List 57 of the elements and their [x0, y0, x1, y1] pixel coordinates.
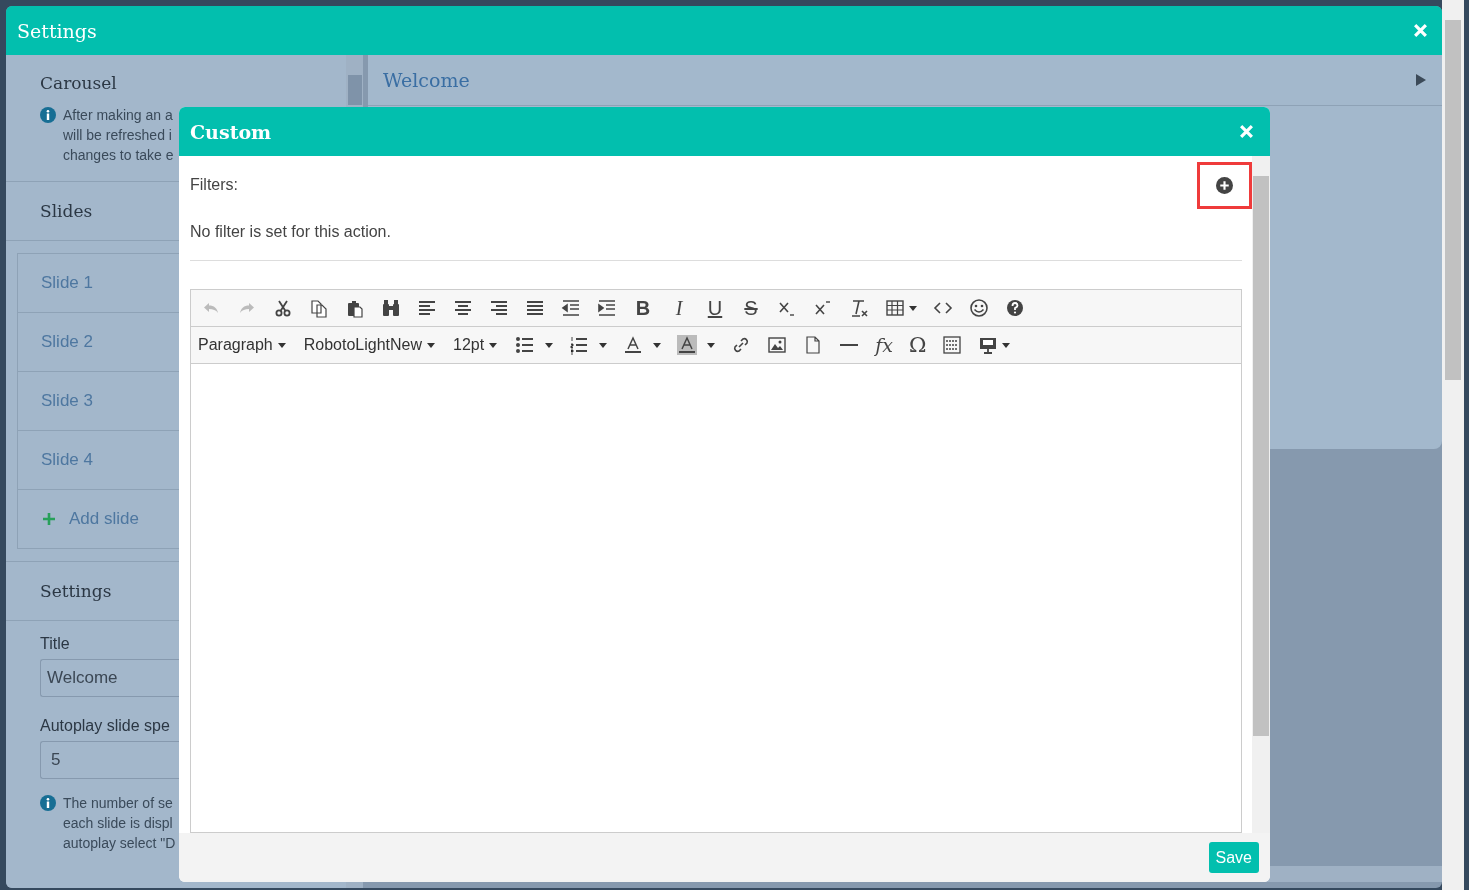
- copy-icon[interactable]: [309, 298, 329, 318]
- add-icon[interactable]: [1216, 177, 1233, 194]
- caret-icon: [427, 342, 435, 348]
- window-title: Settings: [17, 19, 97, 42]
- filters-label: Filters:: [190, 176, 238, 194]
- caret-icon: [277, 342, 286, 348]
- info-icon: [40, 107, 56, 123]
- justify-icon[interactable]: [525, 298, 545, 318]
- dropdown[interactable]: 12pt: [453, 336, 498, 354]
- empty-message: No filter is set for this action.: [190, 223, 1242, 261]
- indent-icon[interactable]: [597, 298, 617, 318]
- align-left-icon[interactable]: [417, 298, 437, 318]
- dropdown[interactable]: RobotoLightNew: [303, 336, 435, 354]
- dropdown[interactable]: Paragraph: [198, 336, 286, 354]
- bullet-list-icon[interactable]: [515, 335, 536, 355]
- formula-button[interactable]: fx: [875, 334, 893, 356]
- caret-icon[interactable]: [1002, 342, 1011, 348]
- caret-icon[interactable]: [545, 342, 554, 348]
- dialog-title: Custom: [190, 120, 272, 143]
- caret-icon: [489, 342, 498, 348]
- font-color-icon[interactable]: [623, 335, 644, 355]
- scrollbar[interactable]: [1442, 0, 1464, 890]
- template-icon[interactable]: [942, 335, 963, 355]
- caret-icon[interactable]: [909, 305, 917, 311]
- outdent-icon[interactable]: [561, 298, 581, 318]
- image-icon[interactable]: [767, 335, 788, 355]
- info-icon: [40, 795, 56, 811]
- monitor-icon[interactable]: [978, 335, 999, 355]
- underline-button[interactable]: U: [705, 296, 725, 320]
- section-heading: Slides: [40, 201, 93, 221]
- caret-icon[interactable]: [707, 342, 716, 348]
- italic-button[interactable]: I: [669, 296, 689, 320]
- binoculars-icon[interactable]: [381, 298, 401, 318]
- special-character-button[interactable]: Ω: [908, 333, 927, 357]
- field-label: Autoplay slide spe: [40, 717, 171, 735]
- highlight-color-icon[interactable]: [677, 335, 698, 355]
- help-icon[interactable]: [1005, 298, 1025, 318]
- scrollbar[interactable]: [1252, 156, 1270, 833]
- section-heading: Settings: [40, 581, 112, 601]
- info-text: The number of se each slide is displ autoplay select "D: [63, 794, 176, 853]
- info-text: After making an a will be refreshed i changes to take e: [63, 106, 174, 165]
- smiley-icon[interactable]: [969, 298, 989, 318]
- section-heading: Carousel: [40, 73, 117, 93]
- align-center-icon[interactable]: [453, 298, 473, 318]
- clear-format-icon[interactable]: [849, 298, 869, 318]
- bold-button[interactable]: B: [633, 296, 653, 320]
- triangle-icon[interactable]: [1416, 74, 1426, 86]
- caret-icon[interactable]: [599, 342, 608, 348]
- scissors-icon[interactable]: [273, 298, 293, 318]
- strikethrough-button[interactable]: S: [741, 296, 761, 320]
- table-icon[interactable]: [885, 298, 905, 318]
- clipboard-icon[interactable]: [345, 298, 365, 318]
- field-label: Title: [40, 635, 71, 653]
- plus-icon: [43, 513, 55, 525]
- numbered-list-icon[interactable]: [569, 335, 590, 355]
- caret-icon[interactable]: [653, 342, 662, 348]
- align-right-icon[interactable]: [489, 298, 509, 318]
